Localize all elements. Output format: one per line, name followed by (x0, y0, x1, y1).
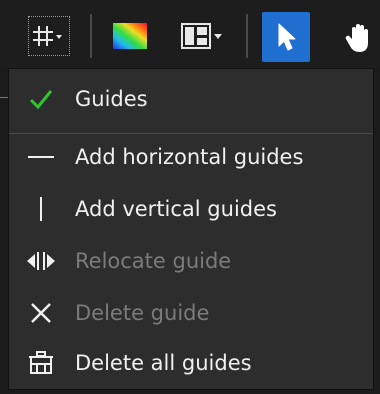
menu-item-label: Relocate guide (75, 249, 232, 273)
layout-button[interactable] (178, 18, 230, 54)
menu-item-label: Add horizontal guides (75, 145, 304, 169)
guide-line (0, 97, 8, 98)
guides-menu-button[interactable] (28, 16, 70, 56)
grid-hash-icon (33, 26, 62, 46)
background-panel (0, 68, 8, 394)
checkmark-icon (21, 79, 61, 119)
menu-item-label: Delete all guides (75, 351, 252, 375)
menu-item-guides[interactable]: Guides (9, 75, 373, 123)
menu-item-add-vertical-guides[interactable]: Add vertical guides (9, 185, 373, 233)
vertical-line-icon (21, 189, 61, 229)
pan-tool-button[interactable] (340, 18, 380, 58)
color-map-button[interactable] (112, 22, 148, 50)
color-gradient-icon (113, 23, 147, 49)
trash-icon (21, 343, 61, 383)
menu-item-label: Add vertical guides (75, 197, 277, 221)
menu-item-add-horizontal-guides[interactable]: Add horizontal guides (9, 133, 373, 181)
menu-item-delete-guide[interactable]: Delete guide (9, 289, 373, 337)
menu-item-label: Delete guide (75, 301, 210, 325)
layout-panels-icon (181, 23, 222, 49)
pointer-arrow-icon (278, 23, 296, 51)
pointer-tool-button[interactable] (262, 12, 310, 62)
relocate-arrows-icon (21, 241, 61, 281)
x-icon (21, 293, 61, 333)
horizontal-line-icon (21, 137, 61, 177)
guides-dropdown-menu: Guides Add horizontal guides Add vertica… (8, 68, 374, 390)
toolbar (0, 0, 380, 68)
hand-icon (345, 24, 368, 52)
toolbar-separator (246, 14, 248, 58)
app-window: Guides Add horizontal guides Add vertica… (0, 0, 380, 394)
menu-item-relocate-guide[interactable]: Relocate guide (9, 237, 373, 285)
menu-item-delete-all-guides[interactable]: Delete all guides (9, 339, 373, 387)
toolbar-separator (90, 14, 92, 58)
menu-item-label: Guides (75, 87, 148, 111)
